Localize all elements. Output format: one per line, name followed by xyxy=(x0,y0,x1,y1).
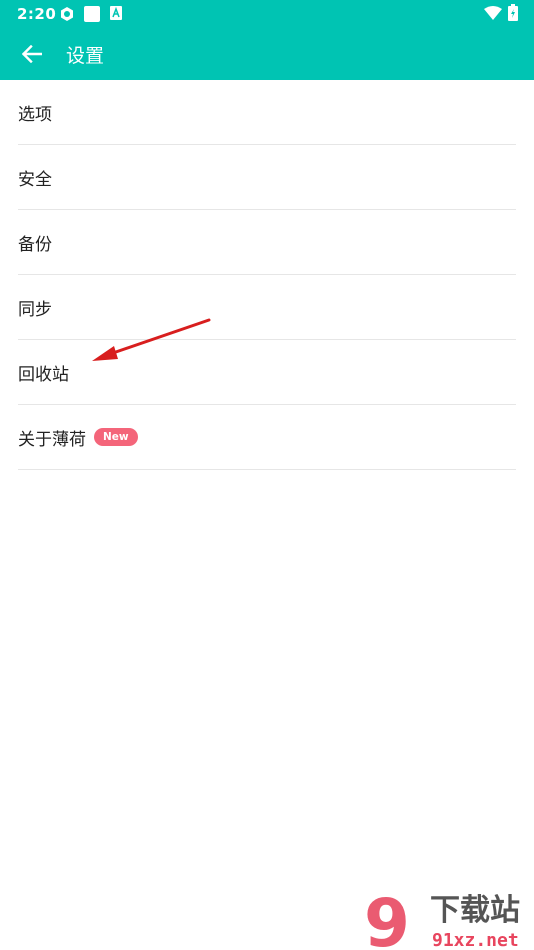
toolbar: 设置 xyxy=(0,28,534,80)
watermark-number-mark: 9 xyxy=(364,888,410,950)
text-a-icon xyxy=(110,6,122,20)
watermark-title: 下载站 xyxy=(430,893,520,928)
back-button[interactable] xyxy=(16,38,48,70)
wifi-icon xyxy=(484,6,502,20)
app-bar: 2:20 设置 xyxy=(0,0,534,80)
page-title: 设置 xyxy=(66,45,105,67)
square-icon xyxy=(84,6,100,22)
arrow-left-icon xyxy=(22,45,42,63)
settings-list: 选项 安全 备份 同步 回收站 关于薄荷 New xyxy=(18,80,516,470)
settings-item-about[interactable]: 关于薄荷 New xyxy=(18,405,516,470)
status-bar: 2:20 xyxy=(0,0,534,28)
status-time: 2:20 xyxy=(17,5,57,23)
new-badge: New xyxy=(94,428,138,446)
settings-item-label: 关于薄荷 xyxy=(18,429,86,450)
settings-item-sync[interactable]: 同步 xyxy=(18,275,516,340)
settings-item-label: 同步 xyxy=(18,299,52,320)
settings-item-label: 备份 xyxy=(18,234,52,255)
sync-icon xyxy=(61,7,73,21)
battery-icon xyxy=(508,4,518,21)
watermark-url: 91xz.net xyxy=(432,930,519,950)
settings-item-backup[interactable]: 备份 xyxy=(18,210,516,275)
site-watermark: 9 下载站 91xz.net xyxy=(364,888,520,950)
settings-item-label: 安全 xyxy=(18,169,52,190)
settings-item-recycle-bin[interactable]: 回收站 xyxy=(18,340,516,405)
settings-item-label: 回收站 xyxy=(18,364,69,385)
settings-item-options[interactable]: 选项 xyxy=(18,80,516,145)
settings-item-label: 选项 xyxy=(18,104,52,125)
settings-item-security[interactable]: 安全 xyxy=(18,145,516,210)
